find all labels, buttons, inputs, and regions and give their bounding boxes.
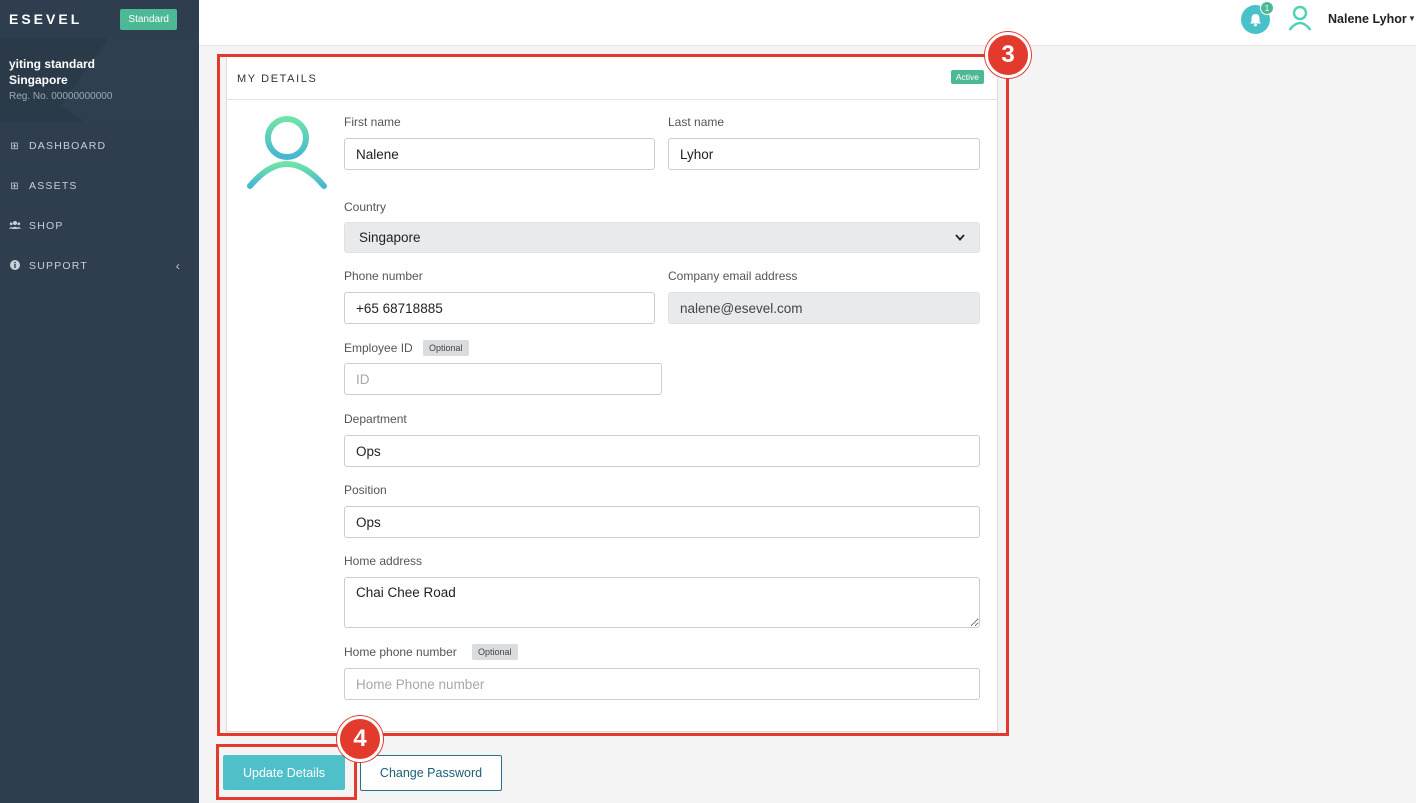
caret-down-icon[interactable]: ▼ [1408, 14, 1416, 23]
sidebar-item-label: ASSETS [29, 180, 78, 192]
email-label: Company email address [668, 269, 798, 283]
sidebar-item-label: SUPPORT [29, 260, 88, 272]
position-label: Position [344, 483, 387, 497]
chevron-down-icon [955, 232, 965, 244]
chevron-left-icon: ‹ [175, 259, 181, 273]
home-phone-input[interactable] [344, 668, 980, 700]
top-bar: 1 Nalene Lyhor ▼ [199, 0, 1416, 46]
sidebar-item-label: DASHBOARD [29, 140, 107, 152]
grid-icon: ⊞ [10, 140, 20, 152]
change-password-button[interactable]: Change Password [360, 755, 502, 791]
sidebar-nav: ⊞ DASHBOARD ⊞ ASSETS SHOP SUPPORT ‹ [0, 126, 199, 286]
sidebar-header: ESEVEL Standard [0, 0, 199, 38]
company-country: Singapore [9, 73, 68, 87]
country-label: Country [344, 200, 387, 214]
user-menu-name[interactable]: Nalene Lyhor [1328, 12, 1407, 26]
first-name-input[interactable] [344, 138, 655, 170]
last-name-input[interactable] [668, 138, 980, 170]
sidebar-item-label: SHOP [29, 220, 64, 232]
step-4-marker: 4 [337, 716, 383, 762]
sidebar: ESEVEL Standard yiting standard Singapor… [0, 0, 199, 803]
optional-badge: Optional [472, 644, 518, 660]
my-details-card: MY DETAILS Active First name Last name C… [226, 56, 998, 732]
bell-icon [1250, 13, 1261, 26]
users-icon [9, 220, 21, 233]
info-icon [9, 259, 21, 273]
employee-id-label: Employee ID [344, 341, 413, 355]
profile-avatar-icon [247, 116, 327, 189]
home-address-label: Home address [344, 554, 423, 568]
step-3-marker: 3 [985, 32, 1031, 78]
company-name: yiting standard [9, 57, 96, 71]
plan-badge: Standard [120, 8, 177, 30]
phone-label: Phone number [344, 269, 423, 283]
user-avatar-icon[interactable] [1288, 5, 1312, 31]
last-name-label: Last name [668, 115, 725, 129]
department-input[interactable] [344, 435, 980, 467]
logo[interactable]: ESEVEL [9, 11, 82, 27]
sidebar-item-dashboard[interactable]: ⊞ DASHBOARD [0, 126, 199, 166]
email-field[interactable] [668, 292, 980, 324]
country-select[interactable]: Singapore [344, 222, 980, 253]
company-info: yiting standard Singapore Reg. No. 00000… [0, 38, 199, 122]
update-details-button[interactable]: Update Details [223, 755, 345, 790]
status-badge: Active [950, 70, 984, 84]
position-input[interactable] [344, 506, 980, 538]
first-name-label: First name [344, 115, 401, 129]
company-reg-no: Reg. No. 00000000000 [9, 91, 113, 102]
home-address-textarea[interactable]: Chai Chee Road [344, 577, 980, 628]
card-title: MY DETAILS [237, 73, 318, 85]
employee-id-input[interactable] [344, 363, 662, 395]
home-phone-label: Home phone number [344, 645, 457, 659]
notification-count-badge: 1 [1260, 1, 1274, 15]
department-label: Department [344, 412, 407, 426]
card-header: MY DETAILS Active [227, 57, 997, 100]
country-select-value: Singapore [359, 230, 421, 245]
sidebar-item-assets[interactable]: ⊞ ASSETS [0, 166, 199, 206]
sidebar-item-shop[interactable]: SHOP [0, 206, 199, 246]
optional-badge: Optional [423, 340, 469, 356]
sidebar-item-support[interactable]: SUPPORT ‹ [0, 246, 199, 286]
phone-input[interactable] [344, 292, 655, 324]
grid-icon: ⊞ [10, 180, 20, 192]
